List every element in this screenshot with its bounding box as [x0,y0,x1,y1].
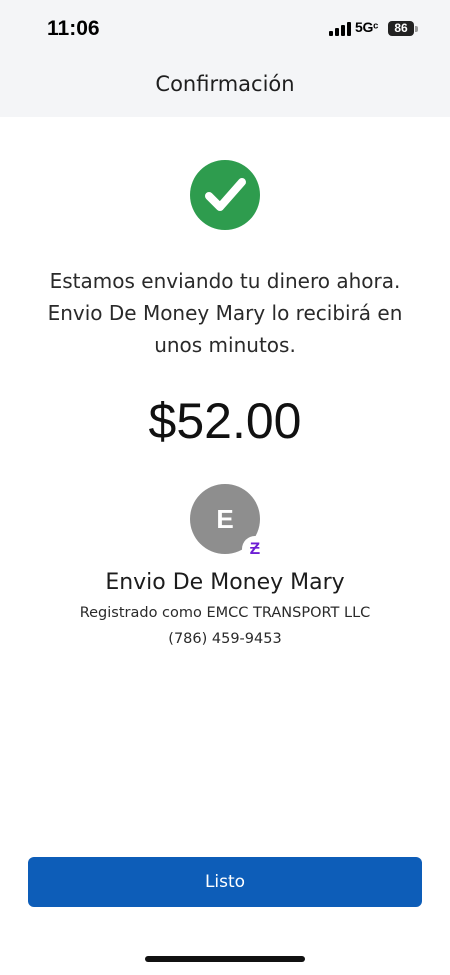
home-indicator[interactable] [145,956,305,962]
network-label: 5Gᶜ [355,19,379,35]
page-title: Confirmación [155,72,295,96]
status-bar: 11:06 5Gᶜ 86 [0,0,450,60]
battery-nub [415,26,418,32]
check-circle-icon [190,160,260,230]
signal-icon [329,22,351,36]
done-button[interactable]: Listo [28,857,422,907]
header: 11:06 5Gᶜ 86 Confirmación [0,0,450,117]
status-time: 11:06 [47,17,100,40]
zelle-icon: Ƶ [242,536,268,562]
amount: $52.00 [148,393,302,449]
recipient-name: Envio De Money Mary [105,570,345,595]
recipient-phone: (786) 459-9453 [168,631,282,647]
battery-icon: 86 [388,21,414,36]
registered-as: Registrado como EMCC TRANSPORT LLC [79,605,371,621]
confirmation-message: Estamos enviando tu dinero ahora. Envio … [47,269,403,357]
